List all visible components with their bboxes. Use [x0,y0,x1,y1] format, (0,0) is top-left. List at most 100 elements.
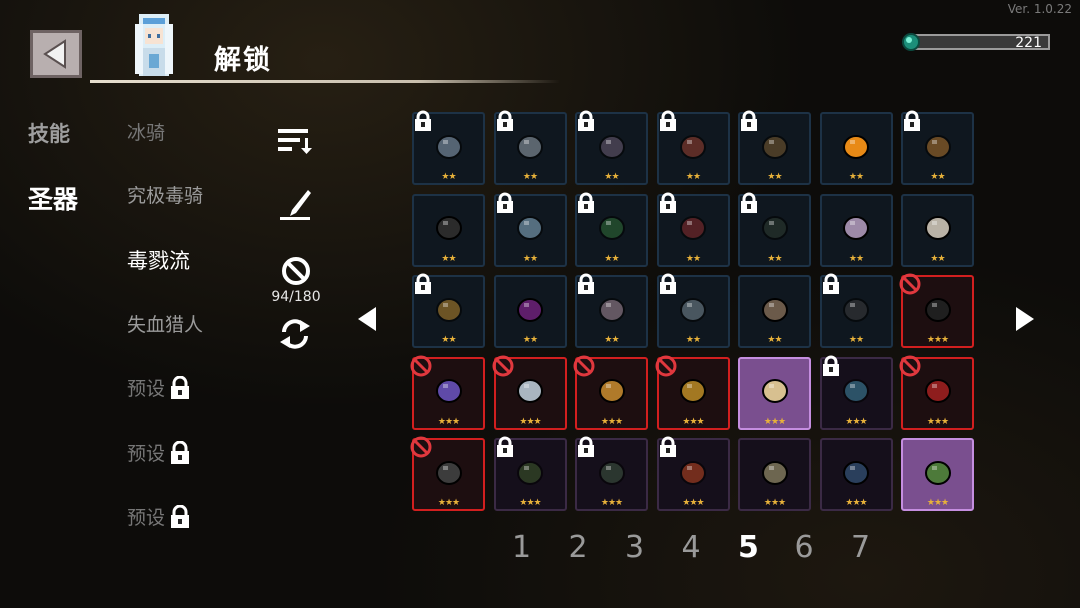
gem-icon [902,33,920,51]
prev-page-arrow[interactable] [356,305,378,333]
artifact-slot-pot[interactable]: ★★ [656,110,730,185]
artifact-slot-black-glove[interactable]: ★★ [412,193,485,267]
artifact-slot-amethyst[interactable]: ★★ [819,193,893,267]
dice-icon [598,379,625,404]
artifact-slot-black-potion[interactable]: ★★★ [899,273,974,348]
artifact-slot-bone-blade[interactable]: ★★ [738,275,811,348]
artifact-slot-ice-orb[interactable]: ★★ [493,192,567,267]
magnifier-icon [843,297,869,322]
artifact-slot-wheel[interactable]: ★★ [738,110,811,185]
artifact-slot-red-egg[interactable]: ★★ [656,192,730,267]
rarity-stars: ★★ [522,172,538,182]
page-7[interactable]: 7 [851,530,870,565]
artifact-slot-pearl-shell[interactable]: ★★ [575,273,648,348]
lock-icon [496,192,513,213]
rarity-stars: ★★ [930,253,945,264]
refresh-icon[interactable] [276,316,314,352]
page-5[interactable]: 5 [738,530,759,565]
build-item-poison-slayer[interactable]: 毒戮流 [127,245,190,275]
ban-icon [410,355,432,376]
lock-icon [659,192,676,213]
artifact-slot-red-shield[interactable]: ★★★ [899,355,974,430]
page-6[interactable]: 6 [795,530,814,565]
artifact-slot-feather[interactable]: ★★ [656,273,730,348]
sort-icon[interactable] [276,124,314,156]
syringe-icon [843,379,869,404]
ban-filter-icon[interactable] [280,255,312,287]
rarity-stars: ★★ [685,253,701,264]
build-item-ice-knight[interactable]: 冰骑 [127,118,165,145]
rarity-stars: ★★ [685,335,701,345]
artifact-slot-green-egg[interactable]: ★★ [575,192,648,267]
artifact-slot-white-rock[interactable]: ★★★ [492,355,567,430]
page-4[interactable]: 4 [682,530,701,565]
gold-cup-icon [680,379,706,404]
shell-gem-icon [761,379,788,404]
orange-icon [843,134,869,159]
next-page-arrow[interactable] [1014,305,1036,333]
artifact-slot-fire-orb[interactable]: ★★★ [656,436,730,511]
rarity-stars: ★★ [848,335,864,345]
ice-orb-icon [517,216,543,241]
gold-ring-icon [435,297,462,322]
iron-cross-icon [435,460,462,485]
green-egg-icon [598,216,625,241]
letter-icon [924,216,951,241]
artifact-slot-magnifier[interactable]: ★★ [819,273,893,348]
rarity-stars: ★★★ [763,416,786,427]
collection-count: 94/180 [271,289,321,305]
build-label: 失血猎人 [127,314,204,336]
rarity-stars: ★★ [930,172,945,182]
build-label: 预设 [127,507,166,529]
lock-icon [496,110,513,131]
artifact-slot-torch[interactable]: ★★★ [901,438,974,511]
build-label: 预设 [127,443,166,465]
red-egg-icon [680,216,706,241]
artifact-slot-green-scroll[interactable]: ★★★ [493,436,567,511]
build-item-ultimate-poison-knight[interactable]: 究极毒骑 [127,181,203,208]
ban-icon [410,436,432,458]
artifact-slot-syringe[interactable]: ★★★ [819,355,893,430]
ban-icon [573,355,595,376]
lock-icon [659,436,676,457]
artifact-slot-letter[interactable]: ★★ [901,193,974,267]
artifact-slot-void-eye[interactable]: ★★ [493,275,567,348]
artifact-slot-rocket-gun[interactable]: ★★★ [575,436,648,511]
rarity-stars: ★★★ [600,416,623,427]
moon-orb-icon [924,134,951,159]
currency-bar: 221 [902,32,1052,52]
feather-icon [680,297,706,322]
artifact-slot-chain[interactable]: ★★ [493,110,567,185]
tab-artifact[interactable]: 圣器 [28,180,78,216]
build-item-preset-3[interactable]: 预设 [127,503,193,530]
artifact-slot-gold-cup[interactable]: ★★★ [655,355,730,430]
lock-icon [741,110,757,131]
artifact-slot-moon-orb[interactable]: ★★ [901,110,974,185]
artifact-slot-shell-gem[interactable]: ★★★ [738,356,811,430]
rarity-stars: ★★ [522,253,538,264]
artifact-slot-dice[interactable]: ★★★ [573,355,648,430]
artifact-slot-gold-ring[interactable]: ★★ [412,273,485,348]
tab-skill[interactable]: 技能 [28,118,70,148]
page-2[interactable]: 2 [569,530,588,565]
build-item-preset-2[interactable]: 预设 [127,439,193,466]
build-item-preset-1[interactable]: 预设 [127,374,193,401]
artifact-slot-orange[interactable]: ★★ [819,112,893,185]
artifact-slot-iron-cross[interactable]: ★★★ [410,436,485,511]
build-item-blood-hunter[interactable]: 失血猎人 [127,310,203,337]
artifact-slot-purple-bag[interactable]: ★★★ [410,355,485,430]
artifact-slot-flower[interactable]: ★★ [412,110,485,185]
artifact-slot-dark-blade[interactable]: ★★ [738,192,811,267]
chain-icon [517,134,543,159]
pen-icon[interactable] [278,186,314,222]
pearl-shell-icon [598,297,625,322]
void-eye-icon [517,297,543,322]
rarity-stars: ★★★ [926,416,949,427]
page-1[interactable]: 1 [512,530,531,565]
artifact-slot-crystal[interactable]: ★★ [575,110,648,185]
crystal-icon [598,134,625,159]
artifact-slot-map-scroll[interactable]: ★★★ [738,438,811,511]
page-3[interactable]: 3 [625,530,644,565]
artifact-slot-spyglass[interactable]: ★★★ [819,438,893,511]
back-button[interactable] [30,30,82,78]
